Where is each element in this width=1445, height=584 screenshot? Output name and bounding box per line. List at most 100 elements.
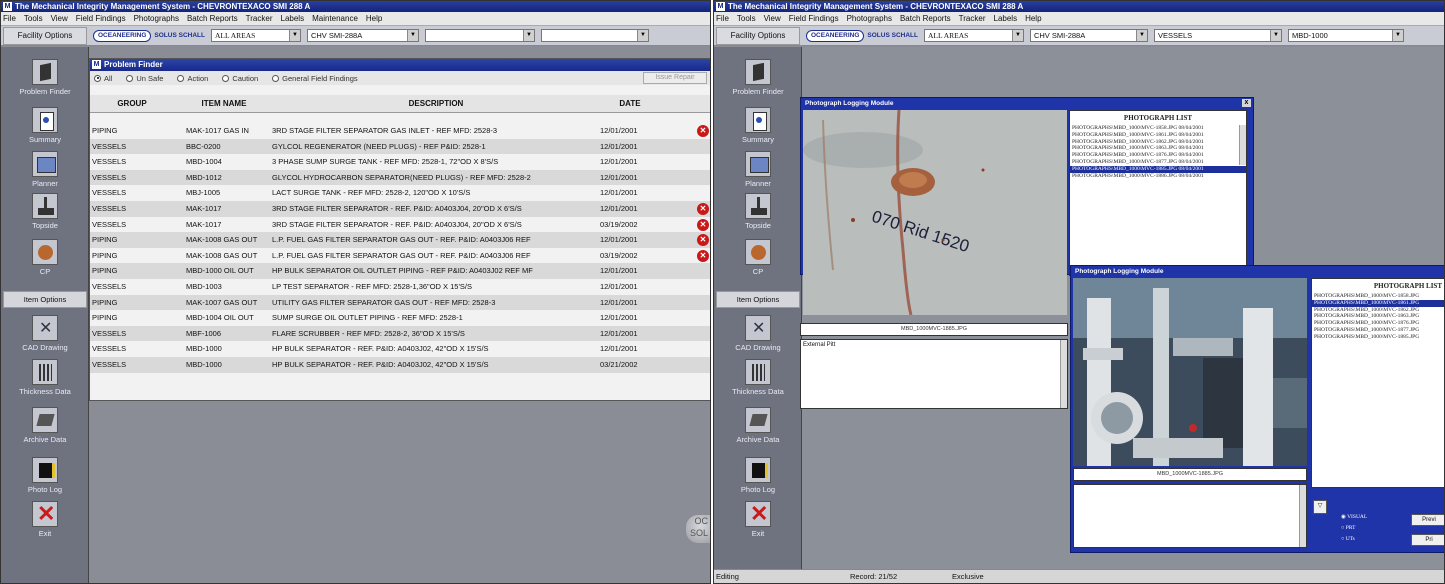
- unsafe-flag-icon[interactable]: ✕: [697, 234, 709, 247]
- item-options-button[interactable]: Item Options: [716, 291, 800, 308]
- menu-tools[interactable]: Tools: [24, 14, 43, 23]
- column-header-item-name[interactable]: ITEM NAME: [174, 99, 274, 108]
- filter-action-radio[interactable]: Action: [177, 74, 208, 83]
- issue-repair-button[interactable]: Issue Repair: [643, 72, 707, 84]
- table-row[interactable]: VESSELS MBD-1012 GLYCOL HYDROCARBON SEPARA…: [90, 169, 710, 186]
- sidebar-item-cp[interactable]: CP: [714, 239, 802, 276]
- plm2-notes-textarea[interactable]: [1073, 484, 1307, 548]
- sidebar-item-exit[interactable]: Exit: [714, 501, 802, 538]
- facility-select[interactable]: CHV SMI-288A ▼: [1029, 29, 1148, 42]
- table-row[interactable]: PIPING MAK-1007 GAS OUT UTILITY GAS FILTER…: [90, 294, 710, 311]
- sidebar-item-summary[interactable]: Summary: [714, 107, 802, 144]
- photo-list-item[interactable]: PHOTOGRAPHS\MBD_1000\MVC-1885.JPG 08/04/…: [1070, 165, 1246, 173]
- sidebar-item-summary[interactable]: Summary: [1, 107, 89, 144]
- filter-general-radio[interactable]: General Field Findings: [272, 74, 358, 83]
- menu-file[interactable]: File: [716, 14, 729, 23]
- sidebar-item-photo-log[interactable]: Photo Log: [1, 457, 89, 494]
- table-row[interactable]: VESSELS MBD-1004 3 PHASE SUMP SURGE TANK -…: [90, 154, 710, 170]
- photo-list-item[interactable]: PHOTOGRAPHS\MBD_1000\MVC-1858.JPG 08/04/…: [1070, 125, 1246, 132]
- menu-tracker[interactable]: Tracker: [959, 14, 986, 23]
- table-row[interactable]: VESSELS MBD-1003 LP TEST SEPARATOR - REF M…: [90, 279, 710, 295]
- scrollbar[interactable]: [1239, 125, 1246, 165]
- menu-view[interactable]: View: [51, 14, 68, 23]
- table-row[interactable]: PIPING MBD-1004 OIL OUT SUMP SURGE OIL OUT…: [90, 310, 710, 326]
- photo-list-item[interactable]: PHOTOGRAPHS\MBD_1000\MVC-1886.JPG 08/04/…: [1070, 173, 1246, 180]
- sidebar-item-cad-drawing[interactable]: CAD Drawing: [1, 315, 89, 352]
- photo-list-item[interactable]: PHOTOGRAPHS\MBD_1000\MVC-1862.JPG: [1312, 307, 1444, 314]
- sidebar-item-thickness-data[interactable]: Thickness Data: [1, 359, 89, 396]
- filter-unsafe-radio[interactable]: Un Safe: [126, 74, 163, 83]
- sidebar-item-cad-drawing[interactable]: CAD Drawing: [714, 315, 802, 352]
- close-icon[interactable]: x: [1242, 99, 1251, 107]
- menu-help[interactable]: Help: [366, 14, 382, 23]
- photo-list-item[interactable]: PHOTOGRAPHS\MBD_1000\MVC-1861.JPG: [1312, 299, 1444, 307]
- unsafe-flag-icon[interactable]: ✕: [697, 249, 709, 262]
- photo-list-item[interactable]: PHOTOGRAPHS\MBD_1000\MVC-1876.JPG: [1312, 320, 1444, 327]
- column-header-group[interactable]: GROUP: [92, 99, 172, 108]
- menu-field-findings[interactable]: Field Findings: [789, 14, 839, 23]
- menu-tracker[interactable]: Tracker: [246, 14, 273, 23]
- table-row[interactable]: PIPING MAK-1017 GAS IN 3RD STAGE FILTER SE…: [90, 123, 710, 139]
- photo-list-item[interactable]: PHOTOGRAPHS\MBD_1000\MVC-1863.JPG: [1312, 313, 1444, 320]
- unsafe-flag-icon[interactable]: ✕: [697, 125, 709, 137]
- radio-visual[interactable]: ◉ VISUAL: [1341, 514, 1367, 520]
- sidebar-item-topside[interactable]: Topside: [1, 193, 89, 230]
- sidebar-item-cp[interactable]: CP: [1, 239, 89, 276]
- table-row[interactable]: PIPING MAK-1008 GAS OUT L.P. FUEL GAS FILT…: [90, 232, 710, 248]
- menu-photographs[interactable]: Photographs: [134, 14, 179, 23]
- photo-list-item[interactable]: PHOTOGRAPHS\MBD_1000\MVC-1861.JPG 08/04/…: [1070, 132, 1246, 139]
- sidebar-item-problem-finder[interactable]: Problem Finder: [714, 59, 802, 96]
- sidebar-item-archive-data[interactable]: Archive Data: [1, 407, 89, 444]
- unsafe-flag-icon[interactable]: ✕: [697, 218, 709, 231]
- print-button[interactable]: Pri: [1411, 534, 1444, 546]
- menu-view[interactable]: View: [764, 14, 781, 23]
- radio-prt[interactable]: ○ PRT: [1341, 525, 1355, 531]
- down-arrow-icon[interactable]: ▽: [1313, 500, 1327, 514]
- table-row[interactable]: VESSELS MBD-1000 HP BULK SEPARATOR - REF. …: [90, 356, 710, 373]
- item-select[interactable]: MBD-1000 ▼: [1287, 29, 1404, 42]
- photo-list-item[interactable]: PHOTOGRAPHS\MBD_1000\MVC-1877.JPG 08/04/…: [1070, 159, 1246, 166]
- sidebar-item-planner[interactable]: Planner: [714, 151, 802, 188]
- menu-tools[interactable]: Tools: [737, 14, 756, 23]
- sidebar-item-photo-log[interactable]: Photo Log: [714, 457, 802, 494]
- group-select[interactable]: VESSELS ▼: [1153, 29, 1282, 42]
- facility-options-button[interactable]: Facility Options: [3, 26, 87, 45]
- unsafe-flag-icon[interactable]: ✕: [697, 202, 709, 215]
- menu-batch-reports[interactable]: Batch Reports: [900, 14, 951, 23]
- column-header-description[interactable]: DESCRIPTION: [276, 99, 596, 108]
- sidebar-item-problem-finder[interactable]: Problem Finder: [1, 59, 89, 96]
- item-select[interactable]: ▼: [540, 29, 649, 42]
- filter-caution-radio[interactable]: Caution: [222, 74, 258, 83]
- menu-help[interactable]: Help: [1025, 14, 1041, 23]
- group-select[interactable]: ▼: [424, 29, 535, 42]
- table-row[interactable]: PIPING MBD-1000 OIL OUT HP BULK SEPARATOR …: [90, 263, 710, 279]
- menu-labels[interactable]: Labels: [281, 14, 305, 23]
- sidebar-item-archive-data[interactable]: Archive Data: [714, 407, 802, 444]
- sidebar-item-thickness-data[interactable]: Thickness Data: [714, 359, 802, 396]
- facility-select[interactable]: CHV SMI-288A ▼: [306, 29, 419, 42]
- scrollbar[interactable]: [1299, 485, 1306, 547]
- area-select[interactable]: ALL AREAS ▼: [210, 29, 301, 42]
- table-row[interactable]: VESSELS BBC-0200 GYLCOL REGENERATOR (NEED …: [90, 138, 710, 155]
- sidebar-item-exit[interactable]: Exit: [1, 501, 89, 538]
- plm1-notes-textarea[interactable]: External Pitt: [800, 339, 1068, 409]
- previous-button[interactable]: Previ: [1411, 514, 1444, 526]
- table-row[interactable]: VESSELS MBF-1006 FLARE SCRUBBER - REF MFD:…: [90, 325, 710, 342]
- photo-list-item[interactable]: PHOTOGRAPHS\MBD_1000\MVC-1858.JPG: [1312, 293, 1444, 300]
- table-row[interactable]: VESSELS MBD-1000 HP BULK SEPARATOR - REF. …: [90, 341, 710, 357]
- sidebar-item-planner[interactable]: Planner: [1, 151, 89, 188]
- photo-list-item[interactable]: PHOTOGRAPHS\MBD_1000\MVC-1876.JPG 08/04/…: [1070, 152, 1246, 159]
- menu-file[interactable]: File: [3, 14, 16, 23]
- area-select[interactable]: ALL AREAS ▼: [923, 29, 1024, 42]
- menu-batch-reports[interactable]: Batch Reports: [187, 14, 238, 23]
- table-row[interactable]: VESSELS MBJ-1005 LACT SURGE TANK - REF MFD…: [90, 185, 710, 201]
- filter-all-radio[interactable]: All: [94, 74, 112, 83]
- menu-labels[interactable]: Labels: [994, 14, 1018, 23]
- photo-list-item[interactable]: PHOTOGRAPHS\MBD_1000\MVC-1863.JPG 08/04/…: [1070, 145, 1246, 152]
- table-row[interactable]: VESSELS MAK-1017 3RD STAGE FILTER SEPARATO…: [90, 217, 710, 233]
- table-row[interactable]: PIPING MAK-1008 GAS OUT L.P. FUEL GAS FILT…: [90, 248, 710, 264]
- menu-field-findings[interactable]: Field Findings: [76, 14, 126, 23]
- menu-maintenance[interactable]: Maintenance: [312, 14, 358, 23]
- item-options-button[interactable]: Item Options: [3, 291, 87, 308]
- column-header-date[interactable]: DATE: [602, 99, 658, 108]
